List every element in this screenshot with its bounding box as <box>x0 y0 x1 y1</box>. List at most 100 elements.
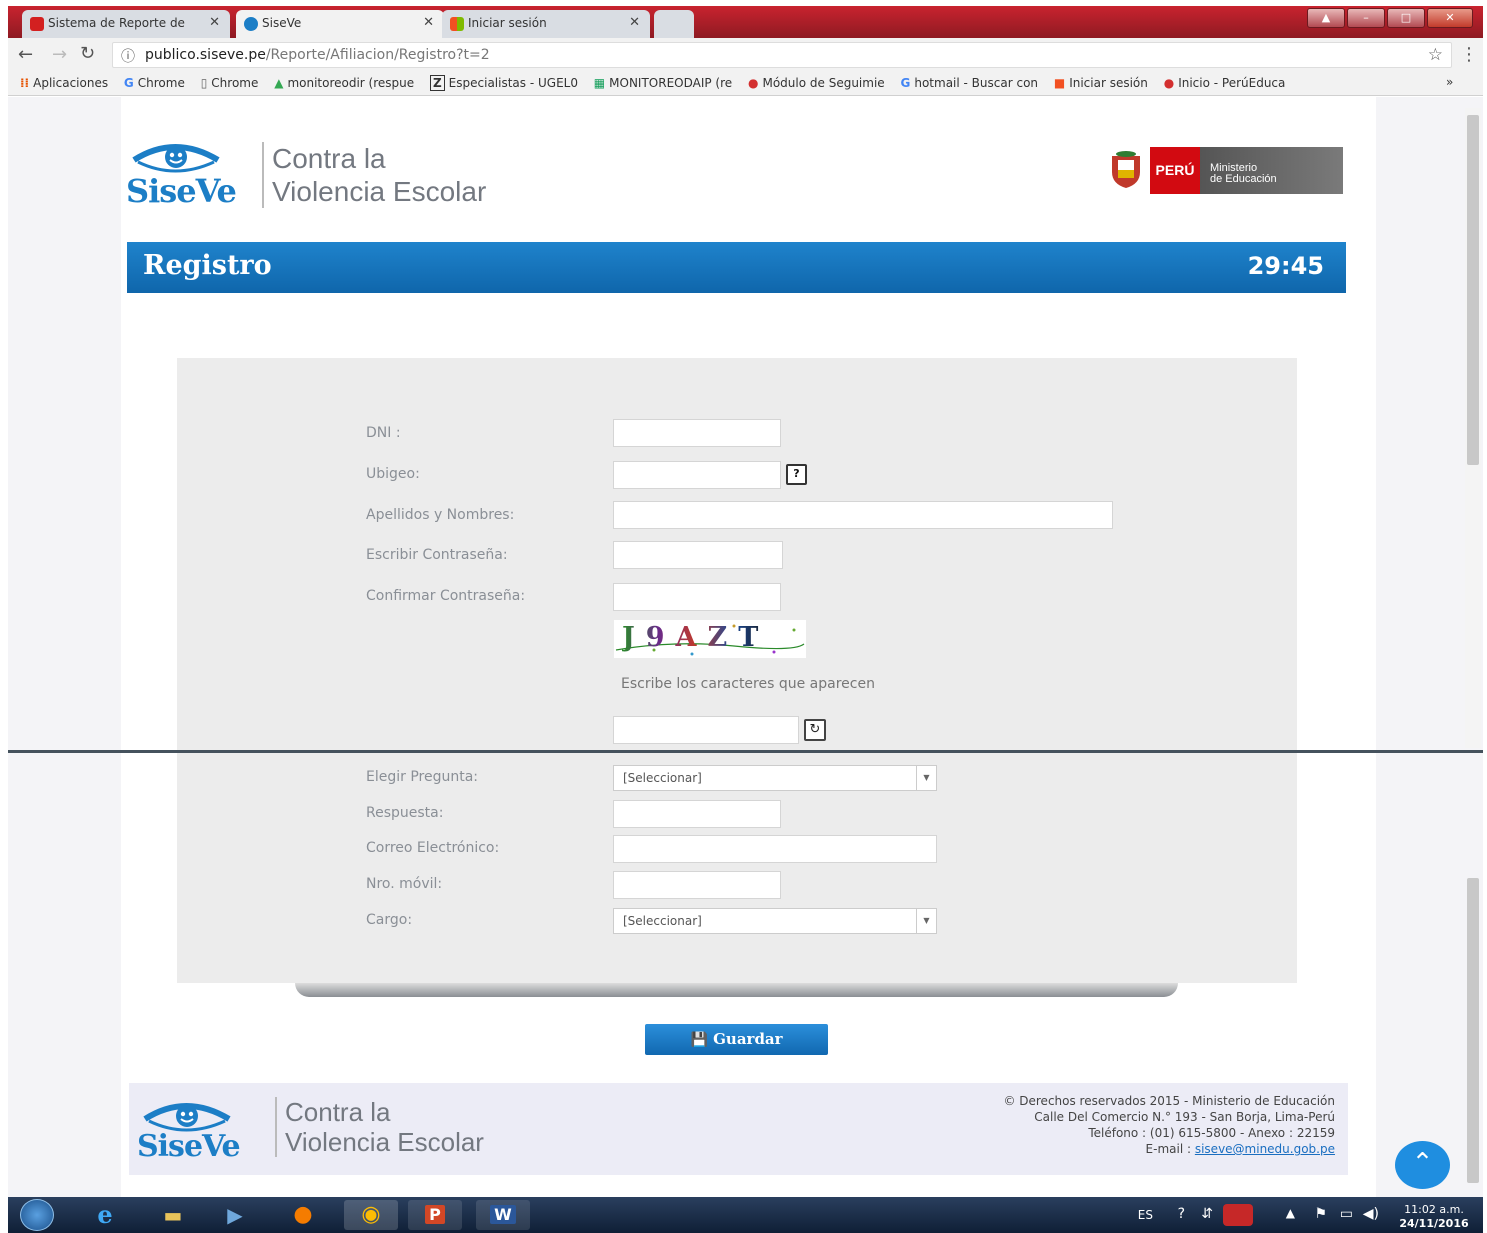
dni-field[interactable] <box>613 419 781 447</box>
bookmark-hotmail[interactable]: Ghotmail - Buscar con <box>901 72 1039 94</box>
email-link[interactable]: siseve@minedu.gob.pe <box>1195 1142 1335 1156</box>
reload-icon[interactable]: ↻ <box>80 43 95 64</box>
refresh-icon[interactable]: ↻ <box>804 719 826 741</box>
clock-time: 11:02 a.m. <box>1404 1203 1464 1216</box>
names-field[interactable] <box>613 501 1113 529</box>
tab-iniciar-sesion[interactable]: Iniciar sesión ✕ <box>442 10 650 38</box>
clock-date: 24/11/2016 <box>1399 1217 1469 1230</box>
bookmark-chrome-page[interactable]: ▯ Chrome <box>201 72 259 94</box>
tab-sistema-reporte[interactable]: Sistema de Reporte de ✕ <box>22 10 230 38</box>
question-select[interactable]: [Seleccionar] ▼ <box>613 765 937 791</box>
close-icon[interactable]: ✕ <box>209 15 220 30</box>
bookmark-perueduca[interactable]: ● Inicio - PerúEduca <box>1164 72 1286 94</box>
help-tray-icon[interactable]: ? <box>1178 1206 1185 1222</box>
bookmark-especialistas[interactable]: Z Especialistas - UGEL0 <box>429 72 578 94</box>
peru-icon: ● <box>1163 76 1175 90</box>
tab-title: SiseVe <box>262 16 302 30</box>
email-field[interactable] <box>613 835 937 863</box>
footer-tagline: Contra la Violencia Escolar <box>275 1097 484 1157</box>
logo-text: SiseVe <box>126 172 237 210</box>
confirm-password-field[interactable] <box>613 583 781 611</box>
address-bar[interactable]: ⓘ publico.siseve.pe/Reporte/Afiliacion/R… <box>112 42 1452 68</box>
names-label: Apellidos y Nombres: <box>366 507 515 523</box>
save-icon: 💾 <box>690 1032 708 1048</box>
language-indicator[interactable]: ES <box>1138 1208 1153 1222</box>
new-tab-button[interactable] <box>654 10 694 38</box>
bookmark-chrome[interactable]: G Chrome <box>124 72 185 94</box>
powerpoint-icon[interactable]: P <box>408 1200 462 1230</box>
captcha-image: J9AZT <box>614 620 806 658</box>
menu-icon[interactable]: ⋮ <box>1460 44 1478 65</box>
answer-label: Respuesta: <box>366 805 444 821</box>
app-tray-icon[interactable] <box>1223 1204 1253 1226</box>
user-icon[interactable]: ▲ <box>1307 8 1345 28</box>
mobile-field[interactable] <box>613 871 781 899</box>
file-explorer-icon[interactable]: ▬ <box>146 1200 200 1230</box>
ministry-line2: de Educación <box>1210 173 1277 185</box>
close-icon[interactable]: ✕ <box>629 15 640 30</box>
bookmark-monitoreodaip[interactable]: ▦ MONITOREODAIP (re <box>594 72 732 94</box>
help-icon[interactable]: ? <box>786 464 807 485</box>
close-window-button[interactable]: ✕ <box>1427 8 1473 28</box>
role-select[interactable]: [Seleccionar] ▼ <box>613 908 937 934</box>
mobile-label: Nro. móvil: <box>366 876 443 892</box>
bookmark-label: Chrome <box>137 76 185 90</box>
network-icon[interactable]: ⇵ <box>1201 1206 1213 1222</box>
volume-icon[interactable]: ◀) <box>1363 1206 1379 1222</box>
display-icon[interactable]: ▭ <box>1340 1206 1353 1222</box>
media-player-icon[interactable]: ▶ <box>208 1200 262 1230</box>
show-hidden-icons[interactable]: ▲ <box>1286 1206 1295 1220</box>
bookmark-label: MONITOREODAIP (re <box>609 76 733 90</box>
bookmark-modulo[interactable]: ● Módulo de Seguimie <box>748 72 885 94</box>
internet-explorer-icon[interactable]: e <box>78 1200 132 1230</box>
scrollbar-thumb[interactable] <box>1467 115 1479 465</box>
footer-siseve-logo: SiseVe <box>137 1099 241 1164</box>
save-button[interactable]: 💾 Guardar <box>645 1024 828 1055</box>
chevron-down-icon: ▼ <box>916 909 936 933</box>
system-clock[interactable]: 11:02 a.m. 24/11/2016 <box>1399 1203 1469 1231</box>
maximize-button[interactable]: □ <box>1387 8 1425 28</box>
forward-icon[interactable]: → <box>52 44 67 65</box>
ubigeo-field[interactable] <box>613 461 781 489</box>
captcha-field[interactable] <box>613 716 799 744</box>
google-icon: G <box>123 76 134 90</box>
close-icon[interactable]: ✕ <box>423 15 434 30</box>
windows-taskbar: e ▬ ▶ ● ◉ P W ES ? ⇵ ▲ ⚑ ▭ ◀) 11:02 a.m.… <box>8 1197 1483 1233</box>
bookmark-label: Chrome <box>211 76 259 90</box>
question-label: Elegir Pregunta: <box>366 769 479 785</box>
screen-divider <box>8 750 1483 753</box>
bookmark-label: monitoreodir (respue <box>287 76 415 90</box>
minimize-button[interactable]: – <box>1347 8 1385 28</box>
tagline-line1: Contra la <box>272 143 386 174</box>
siseve-icon <box>244 17 258 31</box>
bookmark-monitoreodir[interactable]: ▲ monitoreodir (respue <box>274 72 414 94</box>
tab-siseve[interactable]: SiseVe ✕ <box>236 10 444 38</box>
footer-tagline-line2: Violencia Escolar <box>285 1127 484 1157</box>
bookmark-label: Módulo de Seguimie <box>762 76 885 90</box>
start-button[interactable] <box>20 1199 54 1231</box>
dni-label: DNI : <box>366 425 401 441</box>
scrollbar-thumb[interactable] <box>1467 878 1479 1183</box>
password-field[interactable] <box>613 541 783 569</box>
bookmark-iniciar-sesion[interactable]: ■ Iniciar sesión <box>1054 72 1148 94</box>
siseve-logo[interactable]: SiseVe <box>126 140 237 210</box>
answer-field[interactable] <box>613 800 781 828</box>
more-bookmarks-icon[interactable]: » <box>1446 75 1453 89</box>
captcha-hint: Escribe los caracteres que aparecen <box>621 676 875 692</box>
role-select-value: [Seleccionar] <box>623 914 702 928</box>
firefox-icon[interactable]: ● <box>276 1200 330 1230</box>
scroll-to-top-button[interactable]: ⌃ <box>1395 1141 1450 1189</box>
chrome-icon[interactable]: ◉ <box>344 1200 398 1230</box>
chevron-down-icon: ▼ <box>916 766 936 790</box>
bookmark-aplicaciones[interactable]: ⁞⁞ Aplicaciones <box>20 72 108 94</box>
flag-icon[interactable]: ⚑ <box>1314 1206 1327 1222</box>
peru-coat-of-arms-icon <box>1108 150 1144 190</box>
footer-logo-text: SiseVe <box>137 1129 241 1164</box>
back-icon[interactable]: ← <box>18 44 33 65</box>
email-prefix: E-mail : <box>1145 1142 1195 1156</box>
module-icon: ● <box>748 76 759 90</box>
word-icon[interactable]: W <box>476 1200 530 1230</box>
url-host: publico.siseve.pe <box>145 47 266 63</box>
star-icon[interactable]: ☆ <box>1428 45 1443 65</box>
question-select-value: [Seleccionar] <box>623 771 702 785</box>
